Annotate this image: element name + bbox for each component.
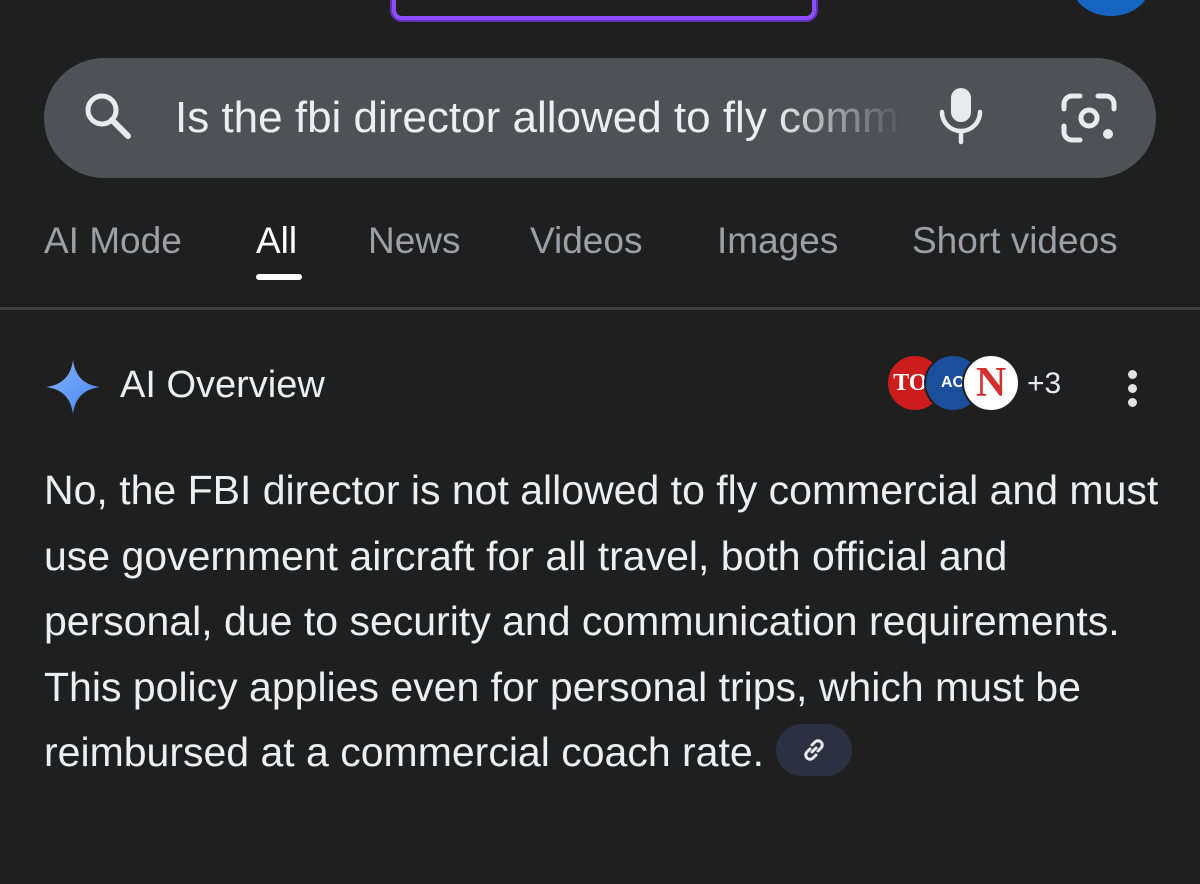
ai-overview-title: AI Overview bbox=[120, 364, 325, 406]
more-vert-icon[interactable] bbox=[1118, 368, 1148, 408]
search-results-page: AI Mode All News Videos Images Short vid… bbox=[0, 0, 1200, 884]
account-avatar[interactable] bbox=[1072, 0, 1150, 16]
source-logos[interactable]: TOI AO N +3 bbox=[886, 354, 1076, 414]
tab-images[interactable]: Images bbox=[717, 220, 838, 262]
source-logo-n[interactable]: N bbox=[962, 354, 1020, 412]
tab-videos[interactable]: Videos bbox=[530, 220, 642, 262]
active-tab-indicator bbox=[256, 274, 302, 280]
search-input[interactable] bbox=[175, 90, 905, 146]
ai-overview-answer: No, the FBI director is not allowed to f… bbox=[44, 458, 1174, 786]
search-icon[interactable] bbox=[80, 88, 136, 144]
tab-all[interactable]: All bbox=[256, 220, 297, 262]
more-sources-count[interactable]: +3 bbox=[1027, 364, 1061, 404]
mic-icon[interactable] bbox=[934, 86, 988, 146]
tab-news[interactable]: News bbox=[368, 220, 461, 262]
tabs-divider bbox=[0, 307, 1200, 310]
search-tabs: AI Mode All News Videos Images Short vid… bbox=[0, 210, 1200, 310]
sparkle-icon bbox=[46, 360, 100, 414]
lens-icon[interactable] bbox=[1060, 92, 1118, 144]
tab-short-videos[interactable]: Short videos bbox=[912, 220, 1118, 262]
source-link-button[interactable] bbox=[776, 724, 853, 777]
doodle-logo-edge[interactable] bbox=[392, 0, 816, 20]
answer-text: No, the FBI director is not allowed to f… bbox=[44, 467, 1159, 775]
tab-ai-mode[interactable]: AI Mode bbox=[44, 220, 182, 262]
link-icon bbox=[804, 739, 824, 761]
